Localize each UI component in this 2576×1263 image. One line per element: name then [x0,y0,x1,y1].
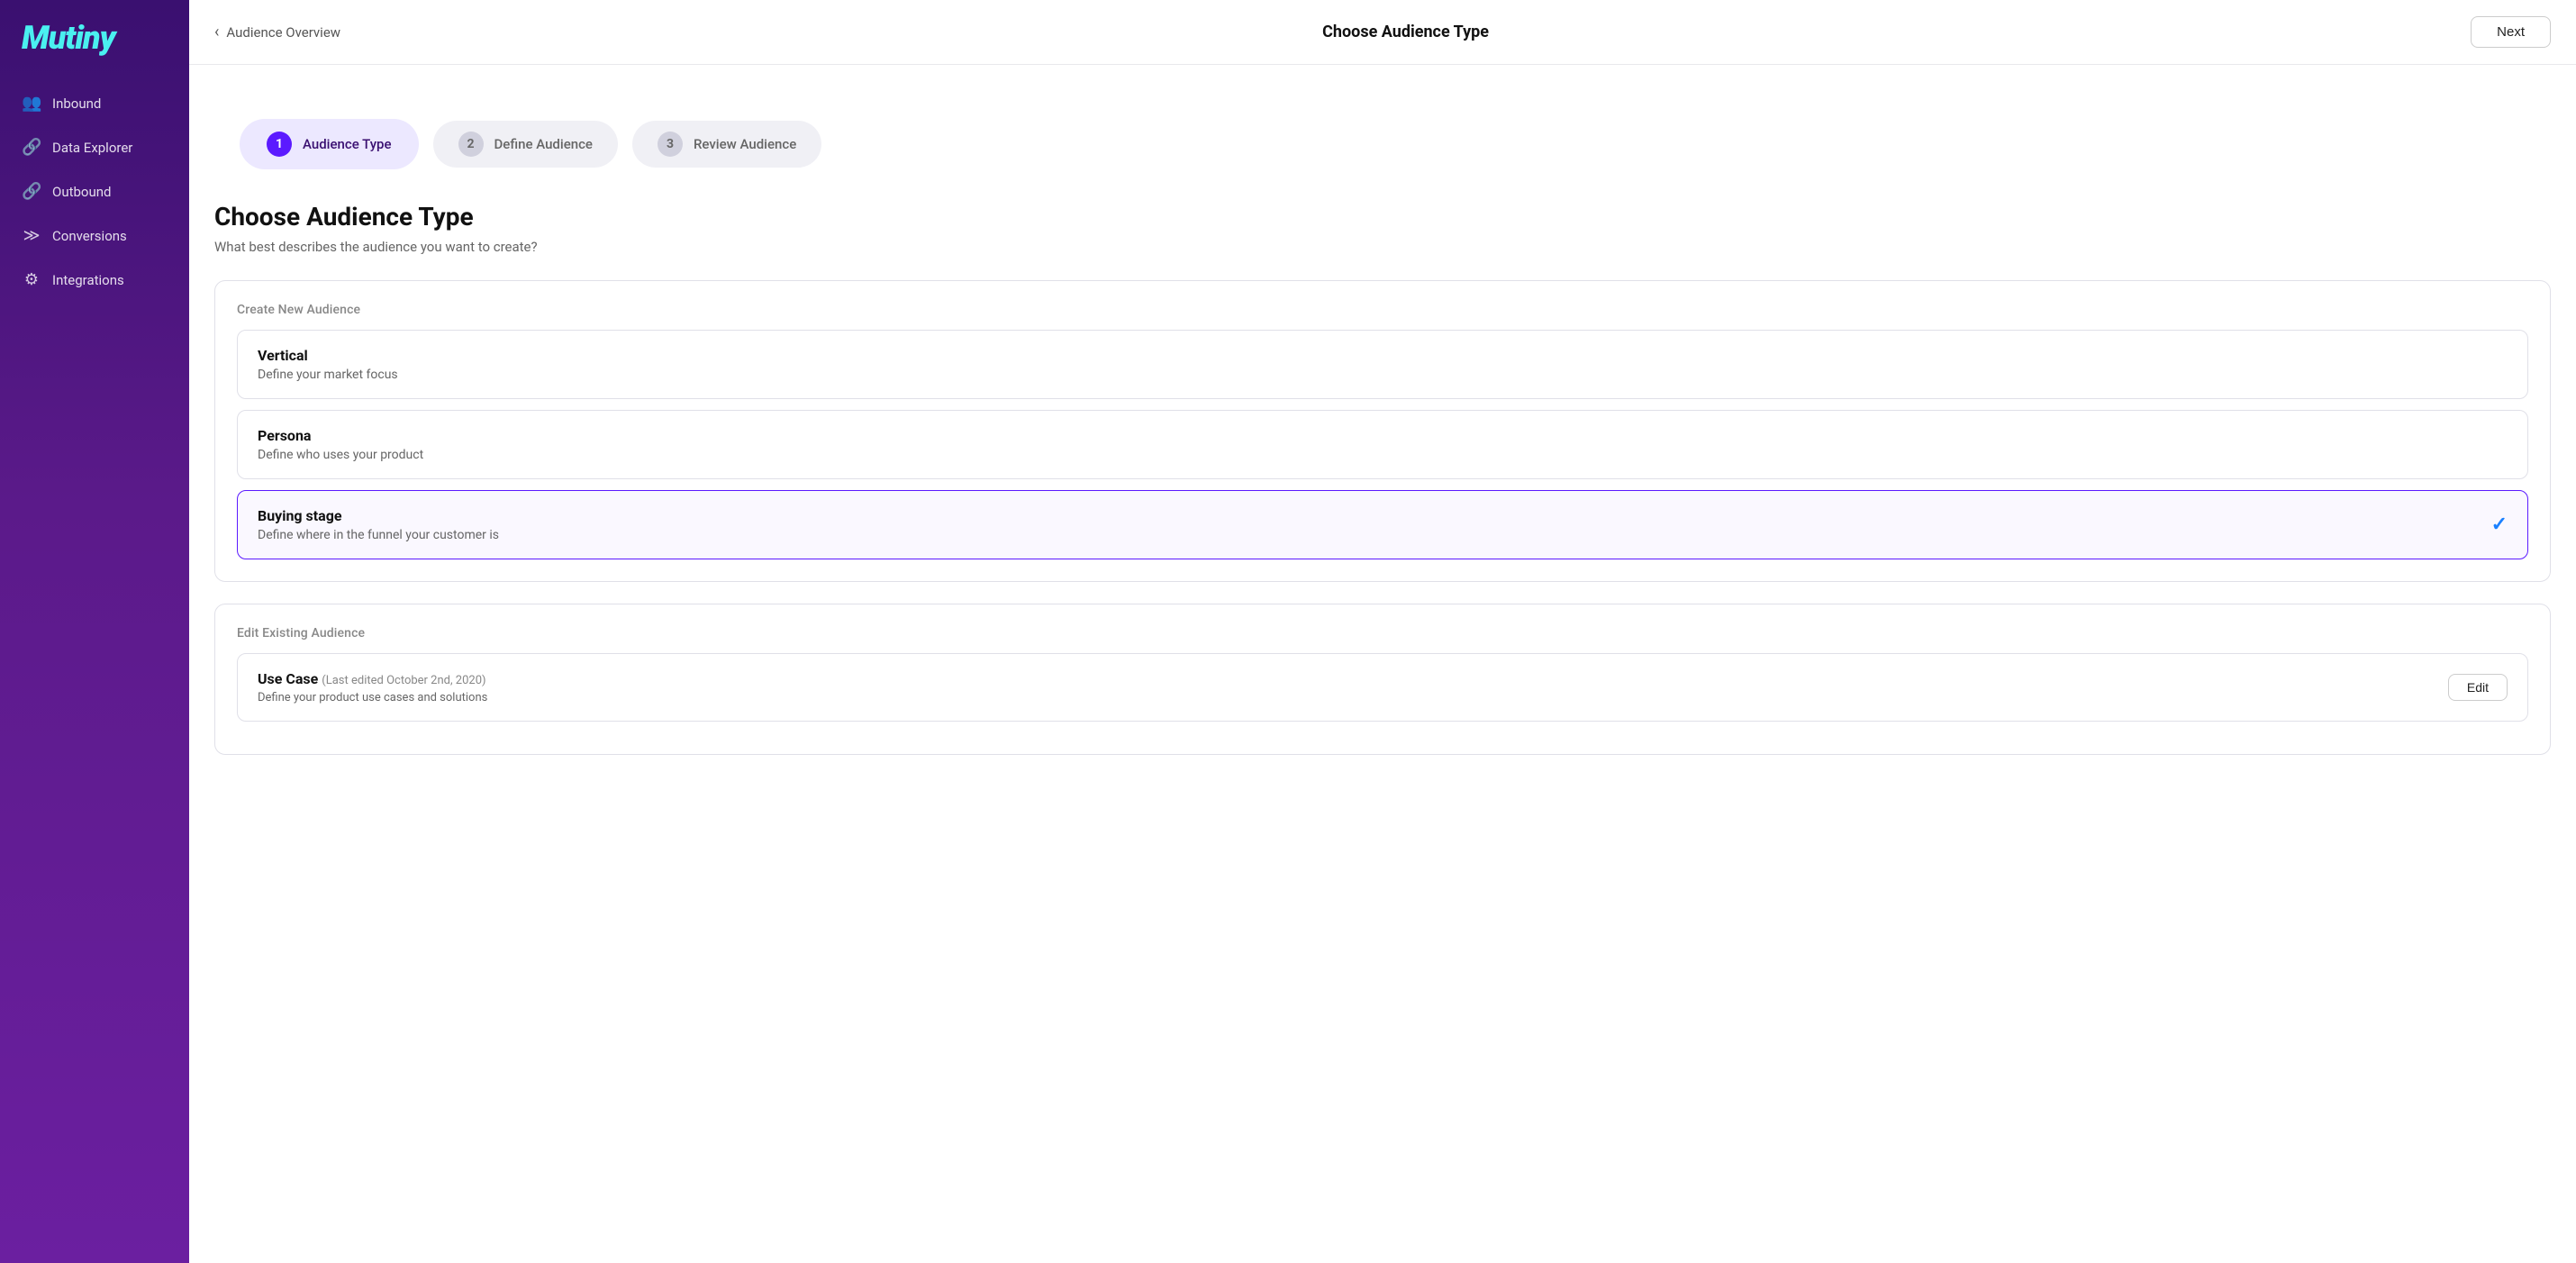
edit-section-label: Edit Existing Audience [237,626,2528,641]
next-button[interactable]: Next [2471,16,2551,48]
edit-use-case-button[interactable]: Edit [2448,674,2508,701]
step-3-number: 3 [658,132,683,157]
steps-bar: 1 Audience Type 2 Define Audience 3 Revi… [214,97,2551,169]
sidebar-item-integrations[interactable]: ⚙ Integrations [0,259,189,300]
step-3[interactable]: 3 Review Audience [632,121,821,168]
step-1-number: 1 [267,132,292,157]
sidebar-item-data-explorer[interactable]: 🔗 Data Explorer [0,127,189,168]
logo-text: Mutiny [22,22,168,54]
sidebar: Mutiny 👥 Inbound 🔗 Data Explorer 🔗 Outbo… [0,0,189,1263]
card-desc-buying-stage: Define where in the funnel your customer… [258,528,499,542]
inbound-icon: 👥 [22,94,41,113]
topbar: ‹ Audience Overview Choose Audience Type… [189,0,2576,65]
back-label: Audience Overview [226,24,340,41]
usecase-meta: (Last edited October 2nd, 2020) [322,674,485,687]
page-heading: Choose Audience Type [214,202,2551,232]
chevron-left-icon: ‹ [214,23,219,41]
sidebar-item-inbound[interactable]: 👥 Inbound [0,83,189,123]
step-1-label: Audience Type [303,136,392,152]
create-section-label: Create New Audience [237,303,2528,317]
outbound-icon: 🔗 [22,182,41,201]
sidebar-item-conversions[interactable]: ≫ Conversions [0,215,189,256]
sidebar-item-label-data-explorer: Data Explorer [52,140,132,156]
logo: Mutiny [0,22,189,83]
card-desc-persona: Define who uses your product [258,448,423,462]
topbar-title: Choose Audience Type [340,23,2471,41]
back-button[interactable]: ‹ Audience Overview [214,23,340,41]
audience-card-vertical[interactable]: Vertical Define your market focus [237,330,2528,399]
audience-card-use-case[interactable]: Use Case (Last edited October 2nd, 2020)… [237,653,2528,722]
step-2[interactable]: 2 Define Audience [433,121,618,168]
data-explorer-icon: 🔗 [22,138,41,157]
card-text-buying-stage: Buying stage Define where in the funnel … [258,507,499,542]
main-content: ‹ Audience Overview Choose Audience Type… [189,0,2576,1263]
integrations-icon: ⚙ [22,270,41,289]
step-2-label: Define Audience [494,136,593,152]
usecase-card-text: Use Case (Last edited October 2nd, 2020)… [258,670,487,704]
step-1[interactable]: 1 Audience Type [240,119,419,169]
step-3-label: Review Audience [694,136,796,152]
usecase-title-text: Use Case [258,670,318,687]
edit-audience-section: Edit Existing Audience Use Case (Last ed… [214,604,2551,755]
card-title-vertical: Vertical [258,347,398,364]
sidebar-item-outbound[interactable]: 🔗 Outbound [0,171,189,212]
conversions-icon: ≫ [22,226,41,245]
audience-card-buying-stage[interactable]: Buying stage Define where in the funnel … [237,490,2528,559]
create-audience-section: Create New Audience Vertical Define your… [214,280,2551,582]
card-text-persona: Persona Define who uses your product [258,427,423,462]
step-2-number: 2 [458,132,484,157]
sidebar-nav: 👥 Inbound 🔗 Data Explorer 🔗 Outbound ≫ C… [0,83,189,300]
page-body: 1 Audience Type 2 Define Audience 3 Revi… [189,65,2576,1263]
card-desc-vertical: Define your market focus [258,368,398,382]
check-icon-buying-stage: ✓ [2491,513,2508,536]
sidebar-item-label-integrations: Integrations [52,272,124,288]
usecase-title: Use Case (Last edited October 2nd, 2020) [258,670,487,687]
audience-card-persona[interactable]: Persona Define who uses your product [237,410,2528,479]
card-text-vertical: Vertical Define your market focus [258,347,398,382]
page-subheading: What best describes the audience you wan… [214,239,2551,255]
sidebar-item-label-inbound: Inbound [52,95,101,112]
sidebar-item-label-outbound: Outbound [52,184,112,200]
usecase-subtitle: Define your product use cases and soluti… [258,691,487,704]
sidebar-item-label-conversions: Conversions [52,228,127,244]
card-title-buying-stage: Buying stage [258,507,499,524]
card-title-persona: Persona [258,427,423,444]
